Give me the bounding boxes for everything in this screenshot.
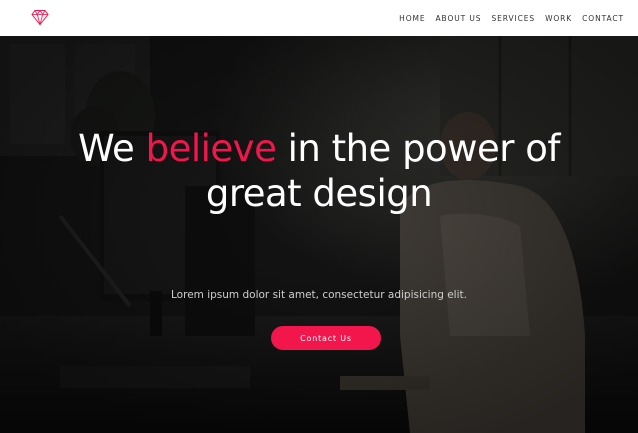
hero-headline: We believe in the power of great design bbox=[69, 126, 569, 216]
nav-link-home[interactable]: HOME bbox=[399, 14, 425, 23]
main-nav: HOME ABOUT US SERVICES WORK CONTACT bbox=[399, 0, 624, 36]
hero-subtitle: Lorem ipsum dolor sit amet, consectetur … bbox=[171, 289, 467, 301]
hero-section: We believe in the power of great design … bbox=[0, 36, 638, 433]
headline-text-start: We bbox=[78, 127, 135, 170]
nav-link-about-us[interactable]: ABOUT US bbox=[436, 14, 482, 23]
headline-accent-word: believe bbox=[145, 127, 277, 170]
hero-content: We believe in the power of great design … bbox=[0, 36, 638, 433]
nav-link-contact[interactable]: CONTACT bbox=[582, 14, 624, 23]
landing-page: HOME ABOUT US SERVICES WORK CONTACT We b… bbox=[0, 0, 638, 433]
contact-us-button[interactable]: Contact Us bbox=[271, 326, 381, 350]
nav-link-services[interactable]: SERVICES bbox=[491, 14, 535, 23]
diamond-icon[interactable] bbox=[31, 9, 49, 27]
navbar: HOME ABOUT US SERVICES WORK CONTACT bbox=[0, 0, 638, 36]
diamond-logo-graphic bbox=[31, 9, 49, 27]
nav-link-work[interactable]: WORK bbox=[545, 14, 572, 23]
